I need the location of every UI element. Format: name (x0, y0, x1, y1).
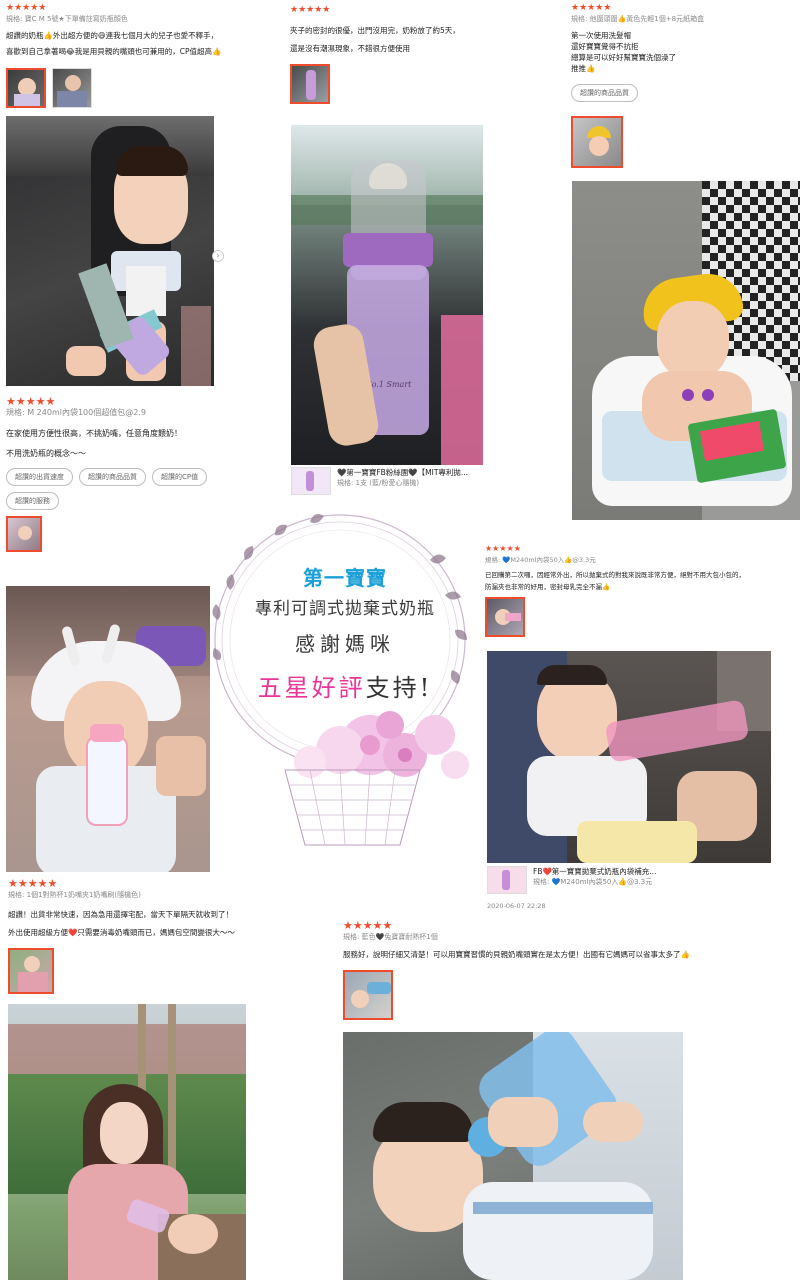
thumbnail-photo-selected[interactable] (571, 116, 623, 168)
review-tags: 超讚的商品品質 (571, 84, 796, 102)
review-date: 2020-06-07 22:28 (487, 902, 546, 910)
product-card[interactable]: FB❤️第一寶寶拋棄式奶瓶內袋補充... 規格: 💙M240ml內袋50入👍@3… (487, 866, 707, 894)
review-line: 第一次使用洗髮帽 (571, 31, 631, 40)
tag-product-quality: 超讚的商品品質 (571, 84, 638, 102)
review-7: ★★★★★ 規格: 藍色🖤兔寶寶耐熱杯1個 服務好，說明仔細又清楚！可以用寶寶習… (343, 920, 798, 1020)
review-line: 超讚的奶瓶👍外出超方便的😄連我七個月大的兒子也愛不釋手， (6, 31, 219, 40)
review-1: ★★★★★ 規格: 寶C M 5號★下單備註寫奶瓶顏色 超讚的奶瓶👍外出超方便的… (6, 2, 246, 108)
review-6: ★★★★★ 規格: 💙M240ml內袋50入👍@3.3元 已回購第二次囉，因經常… (485, 543, 795, 637)
support-text: 支持! (365, 674, 433, 702)
review-spec: 規格: 藍色🖤兔寶寶耐熱杯1個 (343, 933, 438, 941)
thumbnail-photo-selected[interactable] (6, 68, 46, 108)
review-line: 在家使用方便性很高，不挑奶嘴，任意角度餵奶！ (6, 429, 182, 438)
promo-banner: 第一寶寶 專利可調式拋棄式奶瓶 感謝媽咪 五星好評支持! (190, 500, 500, 850)
review-line: 還是沒有潮濕現象，不錯很方便使用 (290, 44, 410, 53)
review-thumbnails (343, 970, 798, 1020)
review-spec: 規格: 💙M240ml內袋50入👍@3.3元 (485, 556, 596, 564)
review-thumbnails (485, 597, 795, 637)
review-line: 已回購第二次囉，因經常外出，所以拋棄式的對我來說既非常方便，絕對不用大包小包的， (485, 571, 745, 579)
review-photo-baby-car-seat[interactable] (6, 116, 214, 386)
review-line: 防漏夾也非常的好用，密封母乳完全不漏👍 (485, 583, 611, 591)
review-text: 在家使用方便性很高，不挑奶嘴，任意角度餵奶！ 不用洗奶瓶的概念～～ (6, 424, 266, 464)
review-text: 超讚的奶瓶👍外出超方便的😄連我七個月大的兒子也愛不釋手， 喜歡到自己拿著喝😂我是… (6, 28, 246, 60)
review-line: 還好寶寶覺得不抗拒 (571, 42, 639, 51)
review-text: 已回購第二次囉，因經常外出，所以拋棄式的對我來說既非常方便，絕對不用大包小包的，… (485, 569, 795, 593)
rating-stars: ★★★★★ (290, 5, 331, 15)
product-subtitle: 專利可調式拋棄式奶瓶 (255, 599, 435, 619)
review-line: 超讚！出貨非常快速，因為急用還擇宅配，當天下單隔天就收到了！ (8, 910, 233, 919)
five-star-text: 五星好評支持! (190, 668, 500, 703)
thanks-text: 感謝媽咪 (295, 632, 395, 656)
product-card[interactable]: 🖤第一寶寶FB粉絲團🖤【MIT專利拋... 規格: 1支 (藍/粉愛心隨機) (291, 467, 511, 495)
product-spec: 規格: 1支 (藍/粉愛心隨機) (337, 479, 420, 487)
product-title: FB❤️第一寶寶拋棄式奶瓶內袋補充... (533, 867, 657, 876)
thumbnail-photo-selected[interactable] (6, 516, 42, 552)
review-spec: 規格: 1個1對熱杯1奶嘴夾1奶嘴刷(隨機色) (8, 891, 141, 899)
review-photo-baby-bunny-hat[interactable] (6, 586, 210, 872)
rating-stars: ★★★★★ (485, 544, 521, 553)
rating-stars: ★★★★★ (6, 395, 56, 408)
review-thumbnails (290, 64, 550, 104)
thumbnail-photo[interactable] (52, 68, 92, 108)
review-3: ★★★★★ 夾子的密封的很優，出門沒用完，奶粉放了約5天， 還是沒有潮濕現象，不… (290, 4, 550, 104)
review-text: 服務好，說明仔細又清楚！可以用寶寶習慣的貝親奶嘴頭實在是太方便！出國有它媽媽可以… (343, 948, 798, 962)
review-spec: 規格: 他圍頭圍👍黃色先輕1個+8元紙箱盒 (571, 15, 705, 23)
review-line: 外出使用超級方便❤️只需要消毒奶嘴頭而已，媽媽包空間變很大～～ (8, 928, 235, 937)
review-photo-baby-pink-bottle[interactable] (487, 651, 771, 863)
product-title: 🖤第一寶寶FB粉絲團🖤【MIT專利拋... (337, 468, 469, 477)
review-4: ★★★★★ 規格: 他圍頭圍👍黃色先輕1個+8元紙箱盒 第一次使用洗髮帽 還好寶… (571, 2, 796, 168)
thumbnail-photo-selected[interactable] (290, 64, 330, 104)
review-text: 超讚！出貨非常快速，因為急用還擇宅配，當天下單隔天就收到了！ 外出使用超級方便❤… (8, 906, 298, 942)
review-line: 推推👍 (571, 64, 596, 73)
review-thumbnails (6, 68, 246, 108)
review-photo-mother-outdoors[interactable] (8, 1004, 246, 1280)
rating-stars: ★★★★★ (343, 919, 393, 932)
review-line: 不用洗奶瓶的概念～～ (6, 449, 86, 458)
review-thumbnails (571, 116, 796, 168)
thumbnail-photo-selected[interactable] (8, 948, 54, 994)
review-photo-purple-bottle[interactable]: No.1 Smart (291, 125, 483, 465)
review-line: 喜歡到自己拿著喝😂我是用貝親的嘴頭也可兼用的，CP值超高👍 (6, 47, 222, 56)
product-thumbnail (487, 866, 527, 894)
review-line: 服務好，說明仔細又清楚！可以用寶寶習慣的貝親奶嘴頭實在是太方便！出國有它媽媽可以… (343, 950, 690, 959)
review-text: 夾子的密封的很優，出門沒用完，奶粉放了約5天， 還是沒有潮濕現象，不錯很方便使用 (290, 22, 550, 58)
review-5: ★★★★★ 規格: 1個1對熱杯1奶嘴夾1奶嘴刷(隨機色) 超讚！出貨非常快速，… (8, 878, 298, 994)
rating-stars: ★★★★★ (571, 3, 612, 13)
five-star-highlight: 五星好評 (257, 674, 366, 702)
thumbnail-photo-selected[interactable] (485, 597, 525, 637)
review-photo-baby-bath[interactable] (572, 181, 800, 520)
rating-stars: ★★★★★ (6, 3, 47, 13)
review-spec: 規格: 寶C M 5號★下單備註寫奶瓶顏色 (6, 15, 128, 23)
tag-value: 超讚的CP值 (152, 468, 208, 486)
tag-service: 超讚的服務 (6, 492, 59, 510)
tag-shipping-speed: 超讚的出貨速度 (6, 468, 73, 486)
review-line: 夾子的密封的很優，出門沒用完，奶粉放了約5天， (290, 26, 460, 35)
brand-title: 第一寶寶 (303, 566, 387, 590)
review-spec: 規格: M 240ml內袋100個超值包@2.9 (6, 408, 146, 417)
rating-stars: ★★★★★ (8, 877, 58, 890)
review-line: 總算是可以好好幫寶寶洗個澡了 (571, 53, 676, 62)
chevron-right-icon[interactable]: › (212, 250, 224, 262)
review-thumbnails (8, 948, 298, 994)
thumbnail-photo-selected[interactable] (343, 970, 393, 1020)
product-spec: 規格: 💙M240ml內袋50入👍@3.3元 (533, 878, 653, 886)
review-text: 第一次使用洗髮帽 還好寶寶覺得不抗拒 總算是可以好好幫寶寶洗個澡了 推推👍 (571, 30, 796, 74)
review-photo-baby-blue-bottle[interactable] (343, 1032, 683, 1280)
product-thumbnail (291, 467, 331, 495)
tag-product-quality: 超讚的商品品質 (79, 468, 146, 486)
